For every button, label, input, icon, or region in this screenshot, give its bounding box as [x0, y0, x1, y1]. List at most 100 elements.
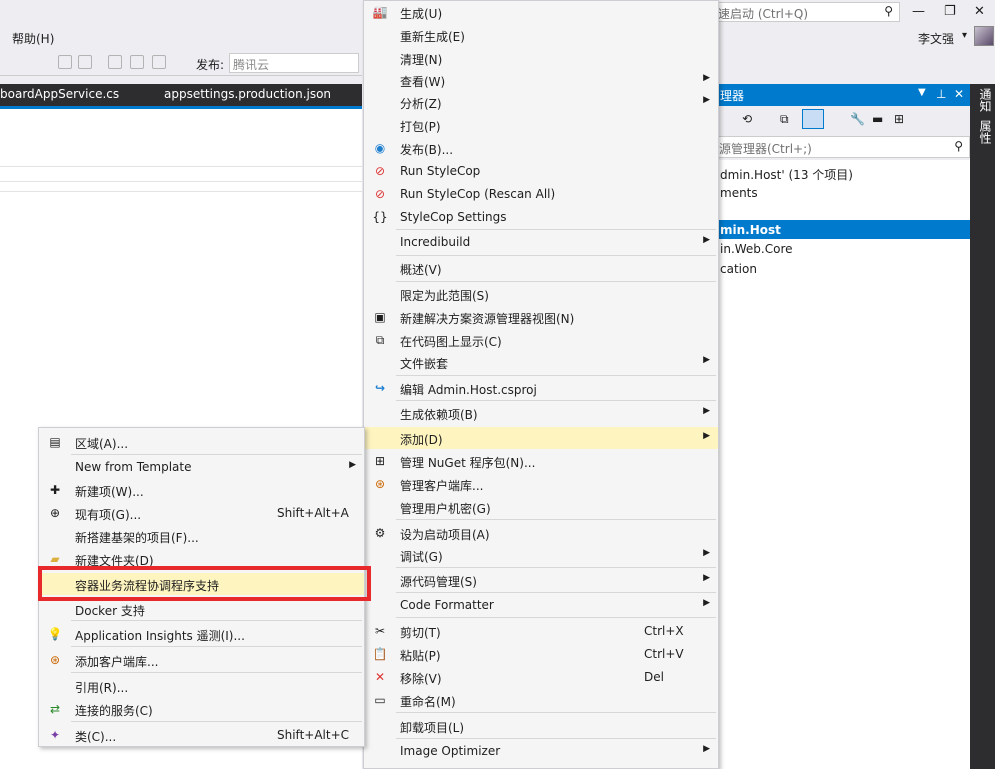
menu-item-build[interactable]: 🏭 生成(U): [364, 1, 718, 23]
menu-item-build-dependencies[interactable]: 生成依赖项(B) ▶: [364, 402, 718, 424]
user-dropdown-icon[interactable]: ▾: [962, 30, 967, 41]
rename-icon: ▭: [374, 693, 386, 707]
pin-icon[interactable]: ⊥: [936, 87, 946, 101]
menu-item-new-item[interactable]: ✚ 新建项(W)...: [39, 479, 364, 501]
menu-help[interactable]: 帮助(H): [12, 30, 54, 47]
menu-item-rename[interactable]: ▭ 重命名(M): [364, 689, 718, 711]
menu-item-add[interactable]: 添加(D) ▶: [364, 427, 718, 449]
menu-item-remove[interactable]: ✕ 移除(V) Del: [364, 666, 718, 688]
menu-item-incredibuild[interactable]: Incredibuild ▶: [364, 231, 718, 253]
solution-explorer-search-input[interactable]: 源管理器(Ctrl+;) ⚲: [714, 136, 970, 158]
menu-item-source-control[interactable]: 源代码管理(S) ▶: [364, 569, 718, 591]
menu-label: Run StyleCop (Rescan All): [400, 187, 556, 201]
menu-item-publish[interactable]: ◉ 发布(B)...: [364, 137, 718, 159]
submenu-arrow-icon: ▶: [703, 598, 710, 608]
menu-shortcut: Del: [644, 670, 664, 684]
menu-item-class[interactable]: ✦ 类(C)... Shift+Alt+C: [39, 724, 364, 746]
menu-item-debug[interactable]: 调试(G) ▶: [364, 544, 718, 566]
toolbar-icon[interactable]: [78, 55, 92, 69]
menu-item-area[interactable]: ▤ 区域(A)...: [39, 431, 364, 453]
menu-item-view[interactable]: 查看(W) ▶: [364, 69, 718, 91]
new-item-icon: ✚: [49, 483, 61, 497]
side-tab-properties[interactable]: 属性: [977, 120, 994, 144]
menu-item-new-scaffolded-item[interactable]: 新搭建基架的项目(F)...: [39, 525, 364, 547]
editor-divider: [0, 191, 362, 192]
submenu-arrow-icon: ▶: [703, 73, 710, 83]
side-tab-notifications[interactable]: 通知: [977, 88, 994, 112]
sync-view-icon[interactable]: [802, 109, 824, 129]
toolbar-icon[interactable]: [152, 55, 166, 69]
tab-boardappservice[interactable]: boardAppService.cs: [0, 87, 119, 101]
menu-item-add-client-library[interactable]: ⊛ 添加客户端库...: [39, 649, 364, 671]
menu-label: 管理 NuGet 程序包(N)...: [400, 456, 536, 470]
minus-icon[interactable]: ▬: [872, 112, 883, 126]
menu-item-new-from-template[interactable]: New from Template ▶: [39, 456, 364, 478]
menu-item-manage-client-libs[interactable]: ⊛ 管理客户端库...: [364, 473, 718, 495]
search-placeholder: 源管理器(Ctrl+;): [719, 142, 812, 156]
toolbar-icon[interactable]: [108, 55, 122, 69]
menu-item-new-solution-view[interactable]: ▣ 新建解决方案资源管理器视图(N): [364, 306, 718, 328]
menu-item-cut[interactable]: ✂ 剪切(T) Ctrl+X: [364, 620, 718, 642]
menu-item-run-stylecop-rescan[interactable]: ⊘ Run StyleCop (Rescan All): [364, 183, 718, 205]
user-name[interactable]: 李文强: [918, 30, 954, 47]
menu-item-existing-item[interactable]: ⊕ 现有项(G)... Shift+Alt+A: [39, 502, 364, 524]
solution-explorer-title-bar: 理器 ▼ ⊥ ✕: [714, 84, 970, 106]
menu-item-file-nesting[interactable]: 文件嵌套 ▶: [364, 351, 718, 373]
avatar[interactable]: [974, 26, 994, 46]
menu-item-paste[interactable]: 📋 粘贴(P) Ctrl+V: [364, 643, 718, 665]
collapse-icon[interactable]: ⧉: [780, 112, 789, 127]
dropdown-icon[interactable]: ▼: [918, 87, 926, 98]
menu-item-overview[interactable]: 概述(V): [364, 257, 718, 279]
quick-launch-placeholder: 速启动 (Ctrl+Q): [718, 7, 809, 21]
menu-item-edit-csproj[interactable]: ↪ 编辑 Admin.Host.csproj: [364, 377, 718, 399]
menu-shortcut: Shift+Alt+C: [277, 728, 350, 742]
menu-item-image-optimizer[interactable]: Image Optimizer ▶: [364, 740, 718, 762]
menu-label: 在代码图上显示(C): [400, 335, 502, 349]
menu-label: 生成(U): [400, 7, 443, 21]
menu-item-pack[interactable]: 打包(P): [364, 114, 718, 136]
menu-separator: [396, 617, 716, 618]
menu-label: 移除(V): [400, 672, 442, 686]
tree-item[interactable]: in.Web.Core: [720, 242, 793, 256]
tree-item-selected[interactable]: min.Host: [720, 223, 781, 237]
history-icon[interactable]: ⟲: [742, 112, 752, 126]
quick-launch-input[interactable]: 速启动 (Ctrl+Q) ⚲: [714, 2, 900, 22]
menu-item-docker-support[interactable]: Docker 支持: [39, 598, 364, 620]
menu-label: 卸载项目(L): [400, 721, 465, 735]
menu-item-set-startup[interactable]: ⚙ 设为启动项目(A): [364, 522, 718, 544]
menu-item-analyze[interactable]: 分析(Z) ▶: [364, 91, 718, 113]
tree-item[interactable]: cation: [720, 262, 757, 276]
menu-item-connected-services[interactable]: ⇄ 连接的服务(C): [39, 698, 364, 720]
menu-item-application-insights[interactable]: 💡 Application Insights 遥测(I)...: [39, 623, 364, 645]
menu-item-run-stylecop[interactable]: ⊘ Run StyleCop: [364, 160, 718, 182]
minimize-button[interactable]: —: [912, 4, 925, 19]
menu-item-manage-user-secrets[interactable]: 管理用户机密(G): [364, 496, 718, 518]
tree-item[interactable]: ments: [720, 186, 758, 200]
tree-item[interactable]: dmin.Host' (13 个项目): [720, 166, 853, 183]
menu-item-clean[interactable]: 清理(N): [364, 47, 718, 69]
toolbar-icon[interactable]: [130, 55, 144, 69]
menu-separator: [396, 400, 716, 401]
publish-target-select[interactable]: 腾讯云: [229, 53, 359, 73]
menu-item-unload-project[interactable]: 卸载项目(L): [364, 715, 718, 737]
stylecop-icon: ⊘: [374, 164, 386, 178]
menu-bar: 帮助(H): [0, 28, 362, 48]
class-view-icon[interactable]: ⊞: [894, 112, 904, 126]
menu-item-stylecop-settings[interactable]: {} StyleCop Settings: [364, 206, 718, 228]
tab-appsettings-production[interactable]: appsettings.production.json: [164, 87, 331, 101]
menu-item-code-formatter[interactable]: Code Formatter ▶: [364, 594, 718, 616]
close-icon[interactable]: ✕: [954, 87, 964, 101]
menu-item-manage-nuget[interactable]: ⊞ 管理 NuGet 程序包(N)...: [364, 450, 718, 472]
menu-shortcut: Ctrl+V: [644, 647, 684, 661]
menu-item-scope-to-this[interactable]: 限定为此范围(S): [364, 283, 718, 305]
braces-icon: {}: [372, 210, 388, 224]
editor-divider: [0, 166, 362, 167]
connected-services-icon: ⇄: [49, 702, 61, 716]
menu-item-rebuild[interactable]: 重新生成(E): [364, 24, 718, 46]
close-button[interactable]: ✕: [974, 4, 985, 19]
menu-item-reference[interactable]: 引用(R)...: [39, 675, 364, 697]
menu-item-show-on-code-map[interactable]: ⧉ 在代码图上显示(C): [364, 329, 718, 351]
toolbar-icon[interactable]: [58, 55, 72, 69]
restore-button[interactable]: ❐: [944, 4, 956, 19]
wrench-icon[interactable]: 🔧: [850, 112, 865, 126]
